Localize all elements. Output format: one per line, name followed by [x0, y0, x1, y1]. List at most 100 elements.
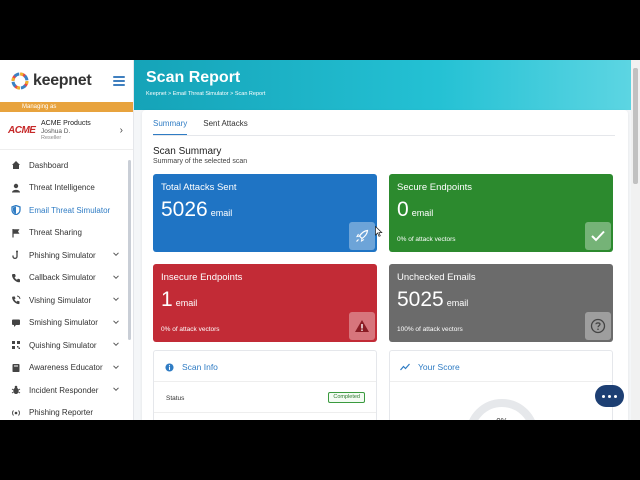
stat-note: 0% of attack vectors: [161, 326, 220, 333]
org-info: ACME Products Joshua D. Reseller: [41, 120, 91, 142]
report-tabs: Summary Sent Attacks: [153, 118, 264, 136]
org-switcher[interactable]: ACME ACME Products Joshua D. Reseller ›: [0, 112, 133, 150]
chevron-right-icon: ›: [119, 125, 123, 136]
sidebar-item-label: Callback Simulator: [29, 273, 96, 283]
question-icon: [585, 312, 611, 340]
bug-icon: [10, 384, 22, 396]
rocket-icon: [349, 222, 375, 250]
stat-value-row: 5026 email: [161, 198, 232, 222]
sidebar-item-phishing-simulator[interactable]: Phishing Simulator: [0, 244, 133, 267]
stat-title: Unchecked Emails: [397, 272, 476, 283]
sidebar-item-label: Phishing Reporter: [29, 408, 94, 418]
stat-value: 5025: [397, 288, 444, 311]
chevron-down-icon: [113, 364, 119, 369]
sidebar-item-label: Quishing Simulator: [29, 340, 97, 350]
sidebar-item-label: Vishing Simulator: [29, 295, 92, 305]
sidebar-item-label: Email Threat Simulator: [29, 205, 111, 215]
stat-card-insecure-endpoints[interactable]: Insecure Endpoints 1 email 0% of attack v…: [153, 264, 377, 342]
stat-value: 0: [397, 198, 409, 221]
stat-unit: email: [175, 298, 198, 308]
stat-unit: email: [446, 298, 469, 308]
org-logo: ACME: [8, 125, 36, 136]
panel-header: Scan Info: [164, 362, 218, 372]
chevron-down-icon: [113, 319, 119, 324]
divider: [154, 381, 376, 382]
stat-note: 100% of attack vectors: [397, 326, 463, 333]
sidebar-item-smishing-simulator[interactable]: Smishing Simulator: [0, 312, 133, 335]
chevron-down-icon: [113, 274, 119, 279]
report-card: Summary Sent Attacks Scan Summary Summar…: [142, 110, 628, 420]
mouse-cursor-icon: [375, 226, 383, 237]
sidebar-item-threat-intelligence[interactable]: Threat Intelligence: [0, 177, 133, 200]
sidebar-item-label: Awareness Educator: [29, 363, 103, 373]
chevron-down-icon: [113, 342, 119, 347]
stat-title: Insecure Endpoints: [161, 272, 243, 283]
sidebar-item-label: Incident Responder: [29, 385, 99, 395]
brand-logo[interactable]: keepnet: [0, 60, 133, 102]
stat-title: Secure Endpoints: [397, 182, 472, 193]
sidebar-scrollbar[interactable]: [128, 160, 131, 340]
tab-sent-attacks[interactable]: Sent Attacks: [203, 118, 247, 136]
flag-icon: [10, 227, 22, 239]
org-name: ACME Products: [41, 119, 91, 127]
score-panel: Your Score 0%: [389, 350, 613, 420]
sidebar-item-email-threat-simulator[interactable]: Email Threat Simulator: [0, 199, 133, 222]
brand-name: keepnet: [33, 72, 92, 89]
sidebar-item-quishing-simulator[interactable]: Quishing Simulator: [0, 334, 133, 357]
tabs-divider: [153, 135, 615, 136]
scan-info-panel: Scan Info Status Completed: [153, 350, 377, 420]
section-subtitle: Summary of the selected scan: [153, 158, 248, 165]
keepnet-logo-icon: [11, 72, 29, 90]
sidebar-item-callback-simulator[interactable]: Callback Simulator: [0, 267, 133, 290]
stat-unit: email: [210, 208, 233, 218]
sidebar-item-label: Threat Sharing: [29, 228, 82, 238]
panel-title: Scan Info: [182, 362, 218, 372]
sidebar-item-threat-sharing[interactable]: Threat Sharing: [0, 222, 133, 245]
phone-icon: [10, 272, 22, 284]
chevron-down-icon: [113, 252, 119, 257]
org-role: Reseller: [41, 135, 62, 142]
checkmark-icon: [585, 222, 611, 250]
stat-card-total-attacks[interactable]: Total Attacks Sent 5026 email: [153, 174, 377, 252]
qr-icon: [10, 339, 22, 351]
stat-card-unchecked-emails[interactable]: Unchecked Emails 5025 email 100% of attac…: [389, 264, 613, 342]
score-value: 0%: [390, 417, 614, 420]
chat-button[interactable]: [595, 385, 624, 407]
shield-icon: [10, 204, 22, 216]
panel-title: Your Score: [418, 362, 460, 372]
panel-header: Your Score: [400, 362, 460, 372]
page-scrollbar-thumb[interactable]: [633, 68, 638, 184]
stat-value-row: 1 email: [161, 288, 197, 312]
sidebar: keepnet Managing as ACME ACME Products J…: [0, 60, 134, 420]
chevron-down-icon: [113, 387, 119, 392]
menu-toggle-icon[interactable]: [113, 76, 125, 86]
stat-note: 0% of attack vectors: [397, 236, 456, 243]
sidebar-item-awareness-educator[interactable]: Awareness Educator: [0, 357, 133, 380]
stat-card-secure-endpoints[interactable]: Secure Endpoints 0 email 0% of attack vec…: [389, 174, 613, 252]
hook-icon: [10, 249, 22, 261]
managing-as-banner: Managing as: [0, 102, 133, 112]
chat-icon: [10, 317, 22, 329]
sidebar-item-label: Dashboard: [29, 160, 69, 170]
phone-ring-icon: [10, 294, 22, 306]
divider: [154, 412, 376, 413]
broadcast-icon: [10, 407, 22, 419]
sidebar-item-incident-responder[interactable]: Incident Responder: [0, 379, 133, 402]
sidebar-item-phishing-reporter[interactable]: Phishing Reporter: [0, 402, 133, 421]
tab-summary[interactable]: Summary: [153, 118, 188, 135]
warning-icon: [349, 312, 375, 340]
stat-value-row: 0 email: [397, 198, 433, 222]
sidebar-item-dashboard[interactable]: Dashboard: [0, 154, 133, 177]
status-badge: Completed: [328, 392, 365, 403]
sidebar-item-vishing-simulator[interactable]: Vishing Simulator: [0, 289, 133, 312]
app-frame: keepnet Managing as ACME ACME Products J…: [0, 60, 640, 420]
stat-value: 1: [161, 288, 173, 311]
breadcrumb[interactable]: Keepnet > Email Threat Simulator > Scan …: [146, 91, 265, 97]
person-icon: [10, 182, 22, 194]
book-icon: [10, 362, 22, 374]
trend-icon: [400, 362, 410, 372]
sidebar-item-label: Smishing Simulator: [29, 318, 98, 328]
org-user: Joshua D.: [41, 127, 71, 135]
section-title: Scan Summary: [153, 146, 222, 157]
page-title: Scan Report: [146, 69, 241, 86]
